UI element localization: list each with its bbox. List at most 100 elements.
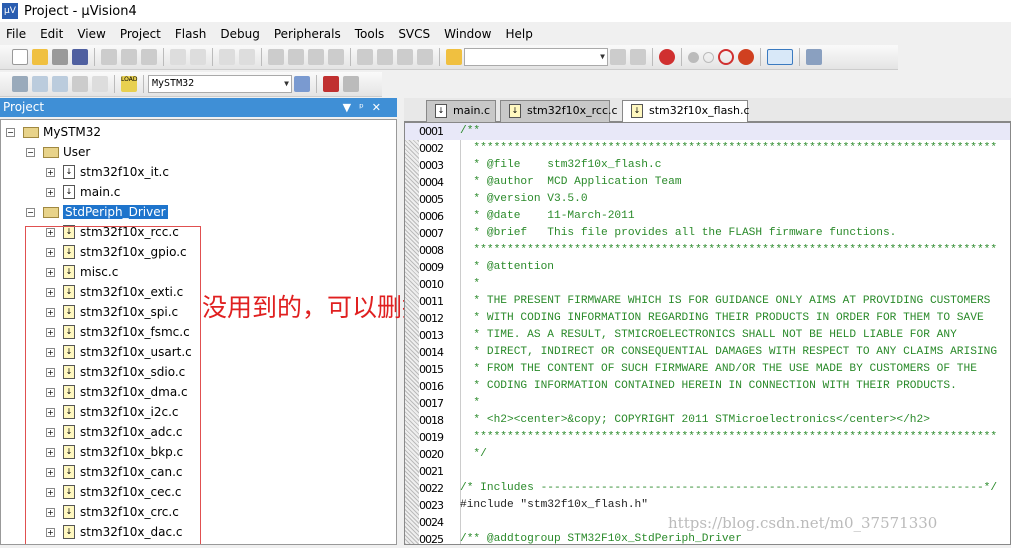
code-editor[interactable]: 0001/** 0002 ****************************… bbox=[404, 122, 1011, 546]
target-select[interactable]: MySTM32 ▼ bbox=[148, 75, 292, 93]
kill-all-breakpoints-icon[interactable] bbox=[738, 49, 754, 65]
expand-icon[interactable]: + bbox=[46, 167, 55, 177]
window-layout-icon[interactable] bbox=[767, 49, 793, 65]
tree-item[interactable]: + ↓ stm32f10x_it.c bbox=[46, 162, 169, 182]
highlight-box bbox=[25, 226, 201, 544]
editor-tabs: ↓ main.c ↓ stm32f10x_rcc.c ↓ stm32f10x_flash.… bbox=[404, 98, 1011, 123]
code-text: * FROM THE CONTENT OF SUCH FIRMWARE AND/… bbox=[460, 363, 977, 375]
bookmark-next-icon[interactable] bbox=[308, 49, 324, 65]
new-file-icon[interactable] bbox=[12, 49, 28, 65]
cut-icon[interactable] bbox=[101, 49, 117, 65]
code-line: 0015 * FROM THE CONTENT OF SUCH FIRMWARE… bbox=[405, 361, 1010, 378]
tree-item[interactable]: − MySTM32 bbox=[6, 122, 101, 142]
code-text: */ bbox=[460, 448, 487, 460]
menu-help[interactable]: Help bbox=[505, 27, 532, 41]
save-icon[interactable] bbox=[52, 49, 68, 65]
panel-menu-icon[interactable]: ▼ bbox=[343, 101, 359, 114]
code-text: * THE PRESENT FIRMWARE WHICH IS FOR GUID… bbox=[460, 295, 991, 307]
target-options-icon[interactable] bbox=[294, 76, 310, 92]
code-text: ****************************************… bbox=[460, 244, 998, 256]
close-icon[interactable]: ✕ bbox=[372, 101, 389, 114]
tab-main-c[interactable]: ↓ main.c bbox=[426, 100, 496, 122]
menu-project[interactable]: Project bbox=[120, 27, 161, 41]
indent-icon[interactable] bbox=[357, 49, 373, 65]
line-number: 0018 bbox=[419, 414, 444, 427]
menu-flash[interactable]: Flash bbox=[175, 27, 206, 41]
open-folder-icon[interactable] bbox=[32, 49, 48, 65]
collapse-icon[interactable]: − bbox=[26, 147, 35, 157]
stop-build-icon[interactable] bbox=[92, 76, 108, 92]
code-line: 0010 * bbox=[405, 276, 1010, 293]
folder-icon bbox=[43, 206, 59, 218]
code-text: * @attention bbox=[460, 261, 554, 273]
batch-build-icon[interactable] bbox=[72, 76, 88, 92]
menu-window[interactable]: Window bbox=[444, 27, 491, 41]
collapse-icon[interactable]: − bbox=[6, 127, 15, 137]
menu-edit[interactable]: Edit bbox=[40, 27, 63, 41]
comment-icon[interactable] bbox=[397, 49, 413, 65]
code-text: * @file stm32f10x_flash.c bbox=[460, 159, 662, 171]
bookmark-clear-icon[interactable] bbox=[328, 49, 344, 65]
disable-all-breakpoints-icon[interactable] bbox=[718, 49, 734, 65]
save-all-icon[interactable] bbox=[72, 49, 88, 65]
code-text: ****************************************… bbox=[460, 142, 998, 154]
tree-item[interactable]: + ↓ main.c bbox=[46, 182, 120, 202]
code-text: * bbox=[460, 278, 481, 290]
breakpoint-disable-icon[interactable] bbox=[703, 51, 714, 63]
pin-icon[interactable]: ᵖ bbox=[359, 101, 372, 114]
incremental-find-icon[interactable] bbox=[630, 49, 646, 65]
menu-view[interactable]: View bbox=[77, 27, 105, 41]
line-number: 0002 bbox=[419, 142, 444, 155]
tree-item[interactable]: − User bbox=[26, 142, 90, 162]
tab-stm32f10x_rcc-c[interactable]: ↓ stm32f10x_rcc.c bbox=[500, 100, 618, 122]
c-file-icon: ↓ bbox=[63, 165, 75, 179]
menu-svcs[interactable]: SVCS bbox=[398, 27, 430, 41]
paste-icon[interactable] bbox=[141, 49, 157, 65]
bookmark-prev-icon[interactable] bbox=[288, 49, 304, 65]
uncomment-icon[interactable] bbox=[417, 49, 433, 65]
line-number: 0005 bbox=[419, 193, 444, 206]
line-number: 0004 bbox=[419, 176, 444, 189]
expand-icon[interactable]: + bbox=[46, 187, 55, 197]
menu-tools[interactable]: Tools bbox=[355, 27, 385, 41]
rebuild-icon[interactable] bbox=[52, 76, 68, 92]
tree-item-label: main.c bbox=[80, 185, 121, 199]
debug-session-icon[interactable] bbox=[659, 49, 675, 65]
tab-label: stm32f10x_rcc.c bbox=[527, 104, 618, 117]
code-line: 0009 * @attention bbox=[405, 259, 1010, 276]
toolbar-build: LOAD MySTM32 ▼ bbox=[0, 72, 382, 97]
find-combo[interactable]: ▼ bbox=[464, 48, 608, 66]
line-number: 0019 bbox=[419, 431, 444, 444]
code-line: 0018 * <h2><center>&copy; COPYRIGHT 2011… bbox=[405, 412, 1010, 429]
build-icon[interactable] bbox=[32, 76, 48, 92]
find-icon[interactable] bbox=[610, 49, 626, 65]
menu-peripherals[interactable]: Peripherals bbox=[274, 27, 341, 41]
configure-wrench-icon[interactable] bbox=[806, 49, 822, 65]
breakpoint-icon[interactable] bbox=[688, 51, 699, 63]
copy-icon[interactable] bbox=[121, 49, 137, 65]
code-line: 0001 /** bbox=[405, 123, 1010, 140]
nav-back-icon[interactable] bbox=[219, 49, 235, 65]
multi-project-icon[interactable] bbox=[343, 76, 359, 92]
code-line: 0006 * @date 11-March-2011 bbox=[405, 208, 1010, 225]
menu-debug[interactable]: Debug bbox=[220, 27, 259, 41]
manage-components-icon[interactable] bbox=[323, 76, 339, 92]
code-line: 0022 /* Includes ------------------------… bbox=[405, 480, 1010, 497]
tab-stm32f10x_flash-c[interactable]: ↓ stm32f10x_flash.c bbox=[622, 100, 750, 123]
load-icon[interactable]: LOAD bbox=[121, 76, 137, 92]
tree-item-label: MySTM32 bbox=[43, 125, 102, 139]
bookmark-icon[interactable] bbox=[268, 49, 284, 65]
collapse-icon[interactable]: − bbox=[26, 207, 35, 217]
line-number: 0011 bbox=[419, 295, 444, 308]
line-number: 0010 bbox=[419, 278, 444, 291]
nav-forward-icon[interactable] bbox=[239, 49, 255, 65]
window-title: Project - µVision4 bbox=[24, 3, 137, 19]
undo-icon[interactable] bbox=[170, 49, 186, 65]
menu-file[interactable]: File bbox=[6, 27, 26, 41]
unindent-icon[interactable] bbox=[377, 49, 393, 65]
find-in-files-icon[interactable] bbox=[446, 49, 462, 65]
translate-icon[interactable] bbox=[12, 76, 28, 92]
redo-icon[interactable] bbox=[190, 49, 206, 65]
tree-item[interactable]: − StdPeriph_Driver bbox=[26, 202, 168, 222]
code-line: 0012 * WITH CODING INFORMATION REGARDING… bbox=[405, 310, 1010, 327]
